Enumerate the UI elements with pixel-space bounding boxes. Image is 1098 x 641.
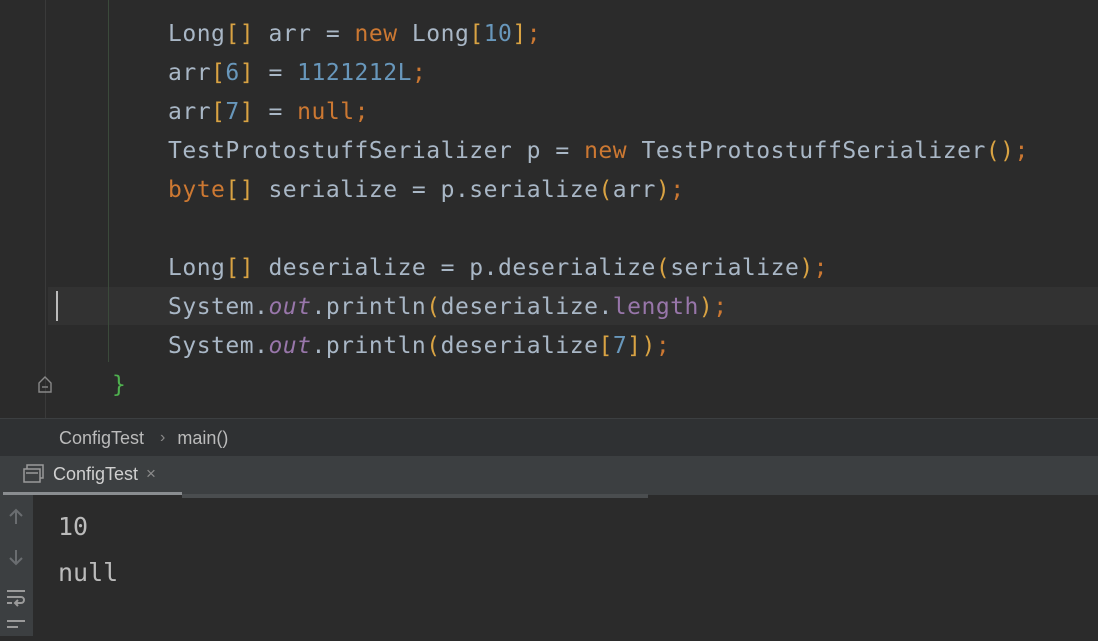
code-token: out	[268, 294, 312, 320]
code-token: (	[598, 177, 613, 203]
code-token: ;	[526, 21, 542, 47]
fold-end-icon[interactable]	[37, 373, 53, 395]
code-token: ()	[985, 138, 1015, 164]
code-line[interactable]: Long[] arr = new Long[10];	[168, 15, 541, 54]
code-token: ;	[411, 60, 427, 86]
code-token: length	[612, 294, 699, 320]
code-token: Long	[397, 21, 470, 47]
code-token: new	[584, 138, 628, 164]
code-token: 7	[612, 333, 628, 359]
breadcrumb-separator-icon: ›	[160, 429, 166, 446]
code-line[interactable]: TestProtostuffSerializer p = new TestPro…	[168, 132, 1029, 171]
code-line[interactable]: arr[7] = null;	[168, 93, 369, 132]
code-token: (	[426, 294, 441, 320]
code-token: out	[268, 333, 312, 359]
console-line: 10	[58, 512, 89, 541]
code-token: ;	[655, 333, 671, 359]
code-line[interactable]: System.out.println(deserialize[7]);	[168, 327, 670, 366]
code-token: )	[799, 255, 814, 281]
code-token: =	[254, 60, 298, 86]
console-toolbar	[0, 495, 33, 636]
indent-guide	[108, 0, 109, 362]
code-token: }	[112, 372, 127, 398]
code-token: .println	[311, 333, 427, 359]
code-token: arr =	[254, 21, 355, 47]
code-token: deserialize	[440, 333, 599, 359]
code-token: Long	[168, 21, 226, 47]
code-line[interactable]: byte[] serialize = p.serialize(arr);	[168, 171, 685, 210]
code-token: deserialize.	[440, 294, 613, 320]
code-token: 6	[225, 60, 240, 86]
arrow-down-icon[interactable]	[4, 545, 28, 569]
code-token: arr	[612, 177, 656, 203]
code-token: System.	[168, 333, 269, 359]
code-token: new	[354, 21, 398, 47]
code-token: 1121212L	[297, 60, 412, 86]
code-token: (	[426, 333, 441, 359]
editor-gutter	[0, 0, 52, 418]
code-token: (	[655, 255, 671, 281]
console-window-icon	[23, 464, 44, 483]
code-token: 10	[483, 21, 513, 47]
console-line: null	[58, 558, 119, 587]
code-token: []	[225, 21, 255, 47]
gutter-separator	[45, 0, 46, 418]
code-token: )	[655, 177, 671, 203]
code-line[interactable]: Long[] deserialize = p.deserialize(seria…	[168, 249, 828, 288]
code-token: [	[211, 60, 226, 86]
code-token: ;	[354, 99, 369, 125]
code-token: deserialize = p.deserialize	[254, 255, 656, 281]
code-token: arr	[168, 99, 212, 125]
code-token: [	[211, 99, 226, 125]
code-token: null	[297, 99, 355, 125]
breadcrumb: ConfigTest › main()	[0, 418, 1098, 457]
code-token: =	[254, 99, 298, 125]
code-line[interactable]: }	[112, 366, 126, 405]
breadcrumb-class[interactable]: ConfigTest	[59, 428, 144, 449]
code-token: TestProtostuffSerializer	[627, 138, 986, 164]
soft-wrap-icon[interactable]	[4, 585, 28, 609]
code-token: [	[469, 21, 484, 47]
code-token: ;	[813, 255, 829, 281]
code-token: ;	[670, 177, 685, 203]
code-token: ]	[627, 333, 642, 359]
console-output[interactable]: 10 null	[33, 498, 1098, 636]
run-tab-bar: ConfigTest ×	[0, 456, 1098, 495]
run-tab-label: ConfigTest	[53, 463, 139, 484]
code-token: System.	[168, 294, 269, 320]
run-tab-configtest[interactable]: ConfigTest ×	[3, 456, 182, 495]
code-token: .println	[311, 294, 427, 320]
code-token: )	[698, 294, 714, 320]
code-token: serialize	[670, 255, 800, 281]
code-token: arr	[168, 60, 212, 86]
code-token: ;	[713, 294, 728, 320]
code-token: Long	[168, 255, 226, 281]
code-token: ]	[239, 99, 255, 125]
code-token: []	[225, 255, 255, 281]
code-token: ;	[1014, 138, 1029, 164]
code-token: serialize = p.serialize	[254, 177, 599, 203]
arrow-up-icon[interactable]	[4, 505, 28, 529]
code-token: )	[641, 333, 656, 359]
code-token: TestProtostuffSerializer p =	[168, 138, 585, 164]
code-token: byte	[168, 177, 226, 203]
code-editor[interactable]: Long[] arr = new Long[10]; arr[6] = 11212…	[0, 0, 1098, 418]
code-token: ]	[239, 60, 255, 86]
code-token: []	[225, 177, 255, 203]
code-token: 7	[225, 99, 240, 125]
close-icon[interactable]: ×	[146, 464, 156, 484]
code-line[interactable]: arr[6] = 1121212L;	[168, 54, 426, 93]
code-token: ]	[512, 21, 527, 47]
breadcrumb-method[interactable]: main()	[177, 428, 228, 449]
text-caret	[56, 291, 58, 321]
code-token: [	[598, 333, 613, 359]
code-line[interactable]: System.out.println(deserialize.length);	[168, 288, 728, 327]
scroll-to-end-icon[interactable]	[4, 617, 28, 641]
